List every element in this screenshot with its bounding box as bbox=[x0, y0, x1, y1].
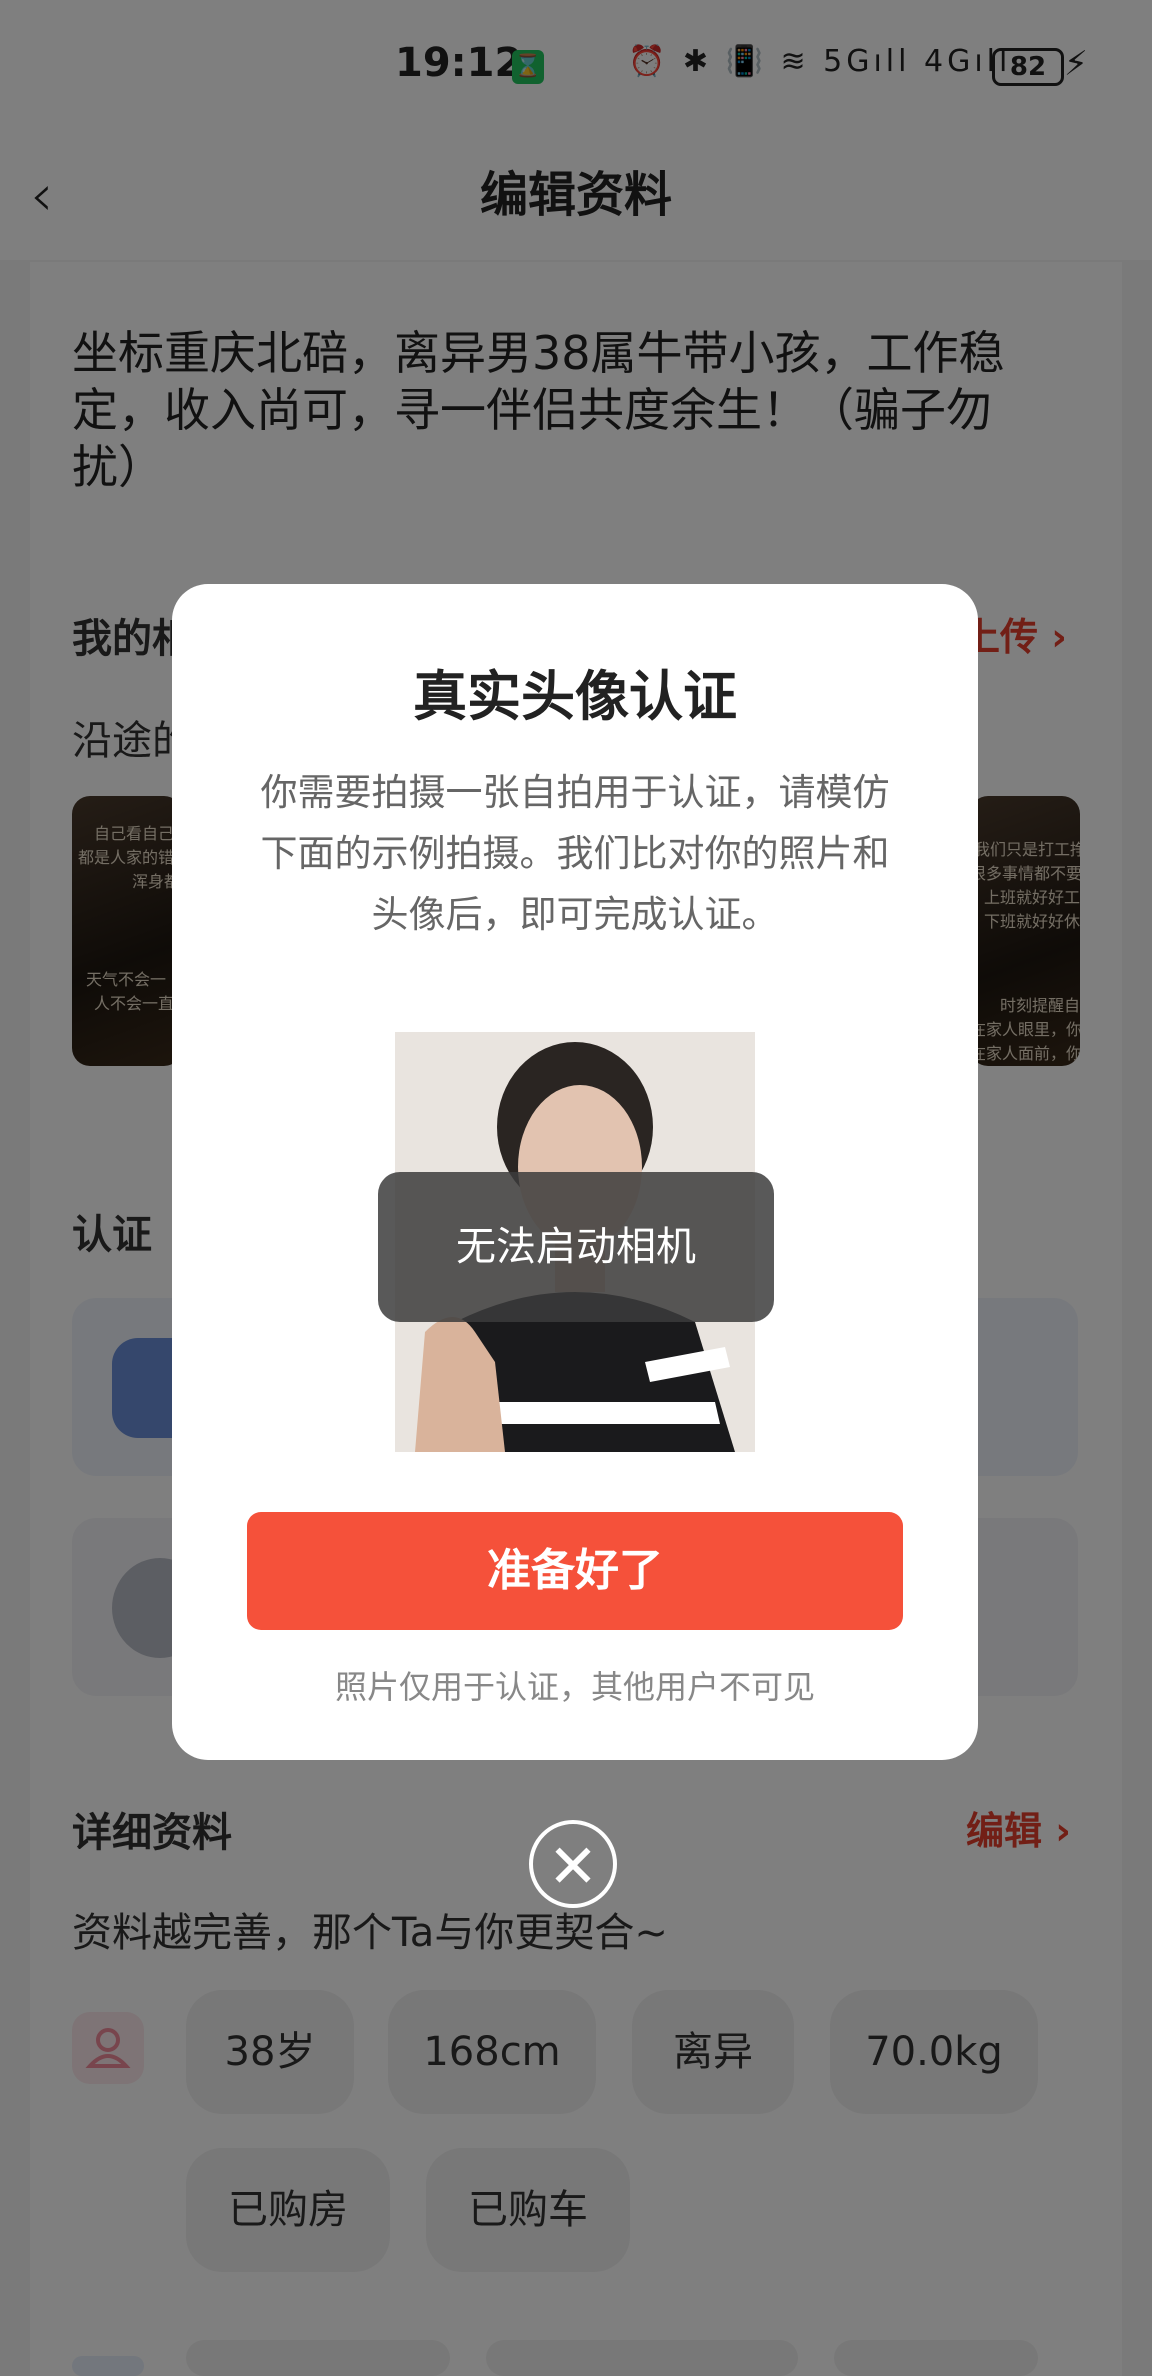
privacy-note: 照片仅用于认证，其他用户不可见 bbox=[334, 1668, 815, 1706]
ready-button[interactable]: 准备好了 bbox=[247, 1512, 903, 1630]
modal-title: 真实头像认证 bbox=[413, 665, 737, 728]
camera-error-toast: 无法启动相机 bbox=[378, 1172, 774, 1322]
modal-description: 你需要拍摄一张自拍用于认证，请模仿下面的示例拍摄。我们比对你的照片和头像后，即可… bbox=[260, 771, 890, 936]
close-icon[interactable]: ✕ bbox=[529, 1820, 617, 1908]
